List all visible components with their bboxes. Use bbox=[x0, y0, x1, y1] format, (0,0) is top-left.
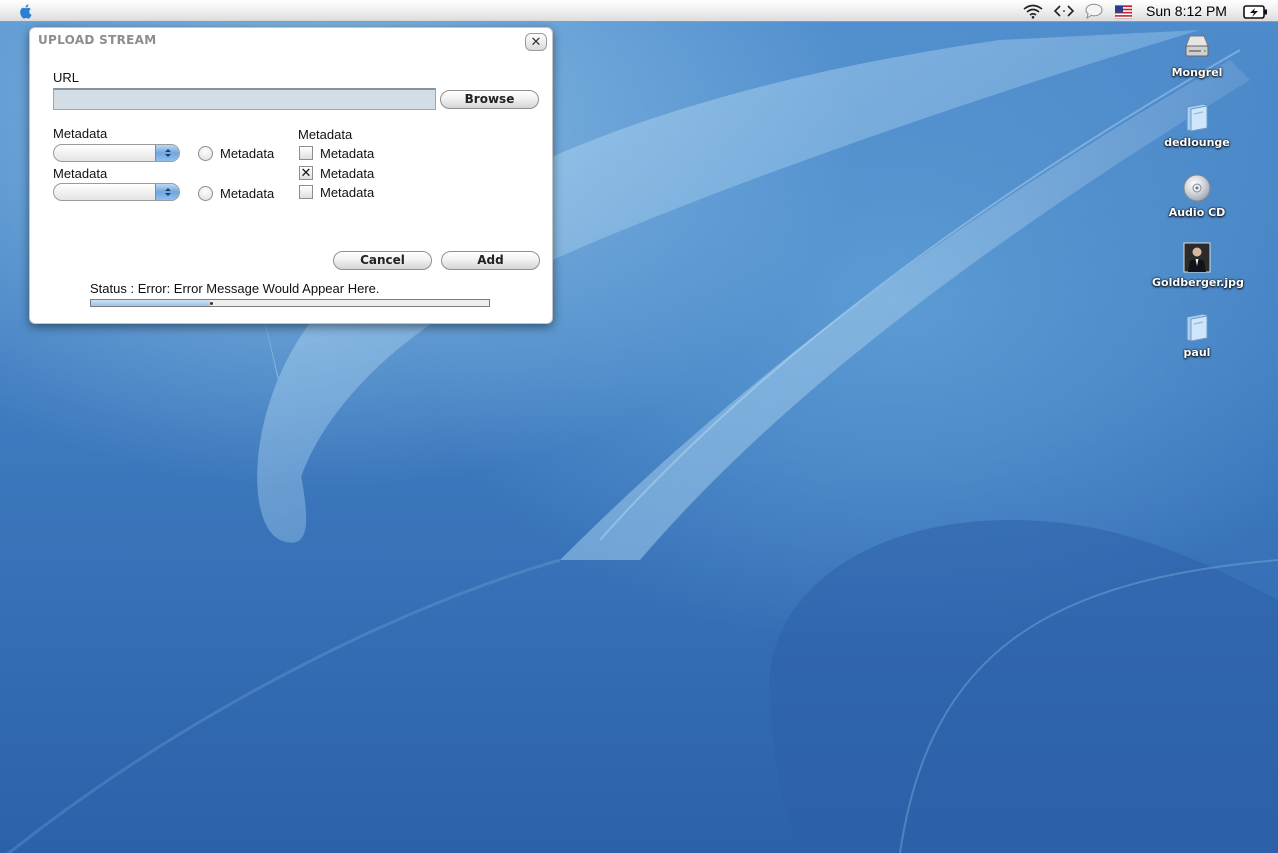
metadata-checkbox-3[interactable] bbox=[299, 185, 313, 199]
add-button[interactable]: Add bbox=[441, 251, 540, 270]
chat-bubble-icon[interactable] bbox=[1084, 3, 1104, 19]
metadata-select-1[interactable] bbox=[53, 144, 180, 162]
checkbox-label-1: Metadata bbox=[320, 146, 375, 161]
metadata-checkbox-1[interactable] bbox=[299, 146, 313, 160]
menu-clock[interactable]: Sun 8:12 PM bbox=[1146, 3, 1227, 19]
browse-button[interactable]: Browse bbox=[440, 90, 539, 109]
close-icon: ✕ bbox=[530, 34, 542, 49]
desktop-icon-label: paul bbox=[1183, 346, 1211, 359]
radio-label-2: Metadata bbox=[220, 186, 275, 201]
status-text: Status : Error: Error Message Would Appe… bbox=[90, 281, 380, 296]
desktop-icon-goldberger-jpg[interactable]: Goldberger.jpg bbox=[1152, 242, 1244, 289]
select-label-1: Metadata bbox=[53, 126, 108, 141]
select-arrows-icon bbox=[155, 184, 179, 200]
upload-progress-bar bbox=[90, 299, 490, 307]
folder-icon bbox=[1181, 312, 1213, 344]
metadata-radio-2[interactable] bbox=[198, 186, 213, 201]
checkbox-group-label: Metadata bbox=[298, 127, 353, 142]
upload-stream-dialog: UPLOAD STREAM ✕ URL Browse Metadata Meta… bbox=[29, 27, 553, 324]
desktop-icon-audio-cd[interactable]: Audio CD bbox=[1152, 172, 1242, 219]
select-arrows-icon bbox=[155, 145, 179, 161]
desktop-icon-label: dedlounge bbox=[1164, 136, 1230, 149]
hard-drive-icon bbox=[1181, 32, 1213, 64]
checkbox-label-2: Metadata bbox=[320, 166, 375, 181]
folder-icon bbox=[1181, 102, 1213, 134]
desktop-icon-label: Mongrel bbox=[1171, 66, 1223, 79]
url-input[interactable] bbox=[53, 88, 436, 110]
select-label-2: Metadata bbox=[53, 166, 108, 181]
desktop-icon-dedlounge[interactable]: dedlounge bbox=[1152, 102, 1242, 149]
checkbox-label-3: Metadata bbox=[320, 185, 375, 200]
apple-menu-icon[interactable] bbox=[17, 2, 35, 20]
url-label: URL bbox=[53, 70, 80, 85]
desktop-icon-paul[interactable]: paul bbox=[1152, 312, 1242, 359]
us-flag-icon[interactable] bbox=[1115, 4, 1132, 20]
photo-icon bbox=[1181, 242, 1213, 274]
close-button[interactable]: ✕ bbox=[525, 33, 547, 51]
menu-bar: Sun 8:12 PM bbox=[0, 0, 1278, 22]
cancel-button[interactable]: Cancel bbox=[333, 251, 432, 270]
dialog-title: UPLOAD STREAM bbox=[38, 33, 157, 47]
wifi-icon[interactable] bbox=[1022, 3, 1044, 19]
metadata-select-2[interactable] bbox=[53, 183, 180, 201]
desktop-icon-label: Goldberger.jpg bbox=[1152, 276, 1244, 289]
desktop-icon-mongrel[interactable]: Mongrel bbox=[1152, 32, 1242, 79]
metadata-radio-1[interactable] bbox=[198, 146, 213, 161]
desktop-icon-label: Audio CD bbox=[1168, 206, 1226, 219]
metadata-checkbox-2[interactable]: ✕ bbox=[299, 166, 313, 180]
progress-fill bbox=[91, 300, 211, 306]
script-icon[interactable] bbox=[1054, 3, 1074, 19]
cd-icon bbox=[1181, 172, 1213, 204]
check-mark-icon: ✕ bbox=[300, 165, 312, 180]
progress-marker bbox=[210, 302, 213, 305]
battery-icon[interactable] bbox=[1243, 4, 1268, 20]
radio-label-1: Metadata bbox=[220, 146, 275, 161]
